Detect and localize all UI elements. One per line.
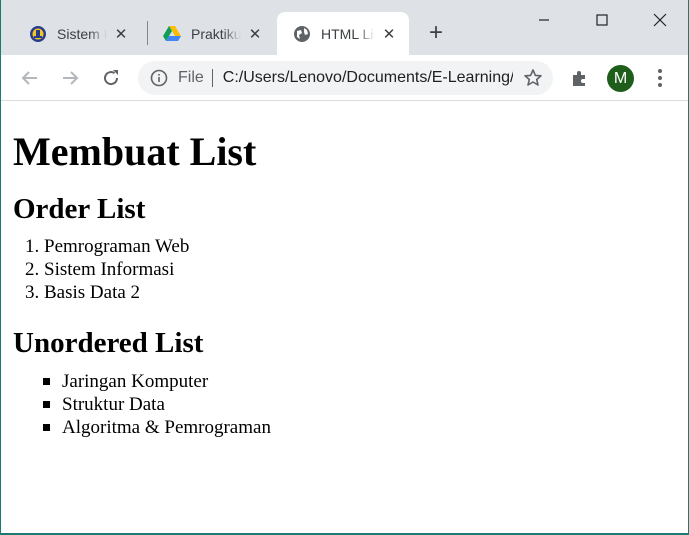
tab-title: HTML List — [321, 25, 375, 42]
forward-button[interactable] — [54, 62, 86, 94]
list-item: Algoritma & Pemrograman — [43, 416, 688, 439]
reload-button[interactable] — [95, 62, 127, 94]
back-button[interactable] — [14, 62, 46, 94]
unordered-list-heading: Unordered List — [13, 327, 204, 359]
reload-icon — [104, 70, 119, 86]
ordered-list: Pemrograman Web Sistem Informasi Basis D… — [13, 235, 688, 304]
back-arrow-icon — [21, 71, 37, 85]
list-item: Pemrograman Web — [44, 235, 688, 258]
extensions-button[interactable] — [564, 62, 596, 94]
address-bar[interactable]: File C:/Users/Lenovo/Documents/E-Learnin… — [138, 61, 553, 95]
omnibox-divider — [211, 69, 213, 87]
kebab-menu-icon — [658, 69, 662, 87]
unordered-list: Jaringan Komputer Struktur Data Algoritm… — [13, 370, 688, 439]
close-window-button[interactable] — [631, 0, 688, 40]
new-tab-button[interactable]: + — [422, 19, 450, 47]
tab-close-icon[interactable]: ✕ — [245, 24, 265, 44]
tab-praktikum[interactable]: Praktikum ✕ — [147, 12, 275, 55]
university-seal-icon — [29, 25, 47, 43]
tab-close-icon[interactable]: ✕ — [111, 24, 131, 44]
maximize-button[interactable] — [573, 0, 631, 40]
ordered-list-heading: Order List — [13, 193, 146, 225]
puzzle-piece-icon — [573, 71, 585, 86]
page-content: Membuat List Order List Pemrograman Web … — [1, 101, 688, 533]
tab-html-list[interactable]: HTML List ✕ — [277, 12, 409, 55]
tab-title: Praktikum — [191, 25, 241, 42]
list-item: Struktur Data — [43, 393, 688, 416]
profile-avatar[interactable]: M — [607, 65, 634, 92]
menu-button[interactable] — [644, 62, 676, 94]
list-item: Basis Data 2 — [44, 281, 688, 304]
list-item: Sistem Informasi — [44, 258, 688, 281]
minimize-button[interactable] — [515, 0, 573, 40]
tab-title: Sistem Informasi — [57, 25, 107, 42]
url-scheme-label: File — [178, 69, 204, 86]
globe-icon — [293, 25, 311, 43]
bookmark-star-icon[interactable] — [523, 68, 543, 88]
browser-window: Sistem Informasi ✕ Praktikum ✕ — [0, 0, 689, 535]
info-icon[interactable] — [150, 69, 168, 87]
forward-arrow-icon — [63, 71, 79, 85]
list-item: Jaringan Komputer — [43, 370, 688, 393]
tab-sistem[interactable]: Sistem Informasi ✕ — [13, 12, 141, 55]
browser-toolbar: File C:/Users/Lenovo/Documents/E-Learnin… — [1, 55, 688, 101]
page-heading: Membuat List — [13, 129, 257, 174]
google-drive-icon — [163, 25, 181, 43]
url-text[interactable]: C:/Users/Lenovo/Documents/E-Learning/lis… — [223, 69, 513, 87]
tab-strip: Sistem Informasi ✕ Praktikum ✕ — [1, 0, 688, 55]
tab-close-icon[interactable]: ✕ — [379, 24, 399, 44]
